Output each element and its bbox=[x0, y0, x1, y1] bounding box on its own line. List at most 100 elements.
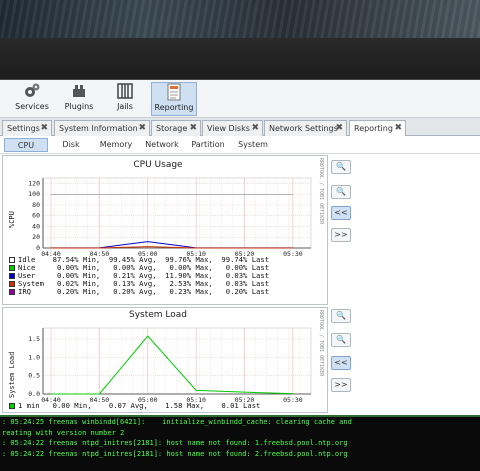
freenas-webui: Services Plugins Jails Reporting Setting… bbox=[0, 0, 480, 471]
load-y-tick-label: 0.5 bbox=[28, 372, 40, 380]
tab-label: System Information bbox=[59, 124, 138, 133]
reporting-icon bbox=[165, 83, 183, 101]
tab-bar: Settings ✖ System Information ✖ Storage ✖ V… bbox=[0, 118, 480, 137]
nav-jails-label: Jails bbox=[117, 102, 133, 111]
close-icon[interactable]: ✖ bbox=[189, 123, 197, 133]
legend-swatch bbox=[9, 403, 15, 409]
legend-min: 0.00 Min, bbox=[52, 401, 109, 410]
nav-services-button[interactable]: Services bbox=[12, 82, 52, 116]
main-nav: Services Plugins Jails Reporting bbox=[0, 80, 480, 118]
tab-label: View Disks bbox=[207, 124, 250, 133]
load-graph-panel: System Load RRDTOOL / TOBI OETIKER Syste… bbox=[2, 307, 328, 413]
reporting-content: CPU Usage RRDTOOL / TOBI OETIKER %CPU 02… bbox=[0, 155, 480, 415]
zoom-out-icon: 🔍 bbox=[336, 187, 346, 196]
cpu-prev-button[interactable]: << bbox=[331, 206, 351, 220]
close-icon[interactable]: ✖ bbox=[251, 123, 259, 133]
close-icon[interactable]: ✖ bbox=[40, 123, 48, 133]
console-line: : 05:24:22 freenas ntpd_initres[2181]: h… bbox=[2, 439, 348, 447]
legend-row: IRQ 0.20% Min, 0.20% Avg, 0.23% Max, 0.2… bbox=[9, 288, 269, 296]
nav-reporting-button[interactable]: Reporting bbox=[151, 82, 197, 116]
load-zoom-out-button[interactable]: 🔍 bbox=[331, 333, 351, 347]
legend-row: 1 min 0.00 Min, 0.07 Avg, 1.58 Max, 0.01… bbox=[9, 402, 260, 410]
nav-reporting-label: Reporting bbox=[154, 103, 194, 112]
nav-plugins-label: Plugins bbox=[64, 102, 94, 111]
window-header bbox=[0, 0, 480, 38]
subtab-cpu[interactable]: CPU bbox=[4, 138, 48, 152]
close-icon[interactable]: ✖ bbox=[335, 123, 343, 133]
header-texture bbox=[0, 0, 480, 38]
nav-plugins-button[interactable]: Plugins bbox=[60, 82, 98, 116]
load-prev-button[interactable]: << bbox=[331, 356, 351, 370]
cpu-y-tick-label: 120 bbox=[28, 179, 40, 187]
legend-last: 0.01 Last bbox=[221, 401, 261, 410]
load-legend: 1 min 0.00 Min, 0.07 Avg, 1.58 Max, 0.01… bbox=[9, 402, 260, 410]
load-graph-title: System Load bbox=[128, 310, 187, 320]
cpu-next-button[interactable]: >> bbox=[331, 228, 351, 242]
subtab-disk[interactable]: Disk bbox=[56, 138, 86, 152]
cpu-y-tick-label: 80 bbox=[32, 201, 40, 209]
cpu-y-tick-label: 40 bbox=[32, 222, 40, 230]
tab-network-settings[interactable]: Network Settings ✖ bbox=[264, 120, 347, 136]
cpu-usage-chart: %CPU 020406080100120 04:40 04:50 05:00 05:1… bbox=[8, 177, 312, 258]
subtab-system[interactable]: System bbox=[234, 138, 272, 152]
system-console-log: : 05:24:25 freenas winbindd[6421]: initi… bbox=[0, 415, 480, 471]
load-y-tick-label: 0.0 bbox=[28, 390, 40, 398]
console-line: : 05:24:25 freenas winbindd[6421]: initi… bbox=[2, 418, 352, 426]
cpu-y-tick-label: 60 bbox=[32, 212, 40, 220]
legend-last: 0.20% Last bbox=[221, 287, 270, 296]
tab-view-disks[interactable]: View Disks ✖ bbox=[202, 120, 263, 136]
legend-avg: 0.20% Avg, bbox=[108, 287, 166, 296]
close-icon[interactable]: ✖ bbox=[138, 123, 146, 133]
legend-swatch bbox=[9, 265, 15, 271]
gears-icon bbox=[23, 82, 41, 100]
cpu-y-tick-label: 100 bbox=[28, 190, 40, 198]
nav-services-label: Services bbox=[15, 102, 49, 111]
tab-storage[interactable]: Storage ✖ bbox=[151, 120, 201, 136]
legend-max: 1.58 Max, bbox=[165, 401, 222, 410]
reporting-subtabs: CPU Disk Memory Network Partition System bbox=[0, 136, 480, 154]
top-dark-band bbox=[0, 38, 480, 80]
jail-icon bbox=[116, 82, 134, 100]
subtab-network[interactable]: Network bbox=[142, 138, 182, 152]
tab-settings[interactable]: Settings ✖ bbox=[2, 120, 52, 136]
load-y-tick-label: 1.5 bbox=[28, 335, 40, 343]
cpu-graph-title: CPU Usage bbox=[133, 160, 183, 170]
zoom-out-icon: 🔍 bbox=[336, 335, 346, 344]
legend-swatch bbox=[9, 289, 15, 295]
cpu-legend: Idle 87.54% Min, 99.45% Avg, 99.76% Max,… bbox=[9, 256, 269, 296]
system-load-chart: System Load 0.00.51.01.5 04:40 04:50 05:00… bbox=[8, 327, 312, 404]
close-icon[interactable]: ✖ bbox=[394, 123, 402, 133]
legend-swatch bbox=[9, 281, 15, 287]
cpu-y-tick-label: 20 bbox=[32, 233, 40, 241]
subtab-memory[interactable]: Memory bbox=[96, 138, 136, 152]
load-zoom-in-button[interactable]: 🔍 bbox=[331, 309, 351, 323]
cpu-x-tick-label: 05:30 bbox=[283, 250, 303, 258]
legend-name: IRQ bbox=[18, 287, 53, 296]
cpu-zoom-in-button[interactable]: 🔍 bbox=[331, 160, 351, 174]
cpu-y-axis-label: %CPU bbox=[8, 211, 16, 228]
tab-label: Storage bbox=[156, 124, 188, 133]
tab-system-information[interactable]: System Information ✖ bbox=[54, 120, 150, 136]
console-line: reating with version number 2 bbox=[2, 428, 125, 437]
tab-label: Reporting bbox=[354, 124, 393, 133]
zoom-in-icon: 🔍 bbox=[336, 311, 346, 320]
load-x-tick-label: 05:30 bbox=[283, 396, 303, 404]
load-y-axis-label: System Load bbox=[8, 352, 16, 398]
legend-swatch bbox=[9, 257, 15, 263]
legend-min: 0.20% Min, bbox=[52, 287, 109, 296]
console-line: : 05:24:22 freenas ntpd_initres[2181]: h… bbox=[2, 449, 348, 458]
cpu-zoom-out-button[interactable]: 🔍 bbox=[331, 185, 351, 199]
legend-max: 0.23% Max, bbox=[165, 287, 222, 296]
plugin-icon bbox=[70, 82, 88, 100]
legend-swatch bbox=[9, 273, 15, 279]
load-next-button[interactable]: >> bbox=[331, 378, 351, 392]
cpu-y-tick-label: 0 bbox=[36, 244, 40, 252]
zoom-in-icon: 🔍 bbox=[336, 162, 346, 171]
cpu-graph-panel: CPU Usage RRDTOOL / TOBI OETIKER %CPU 02… bbox=[2, 155, 328, 305]
legend-avg: 0.07 Avg, bbox=[108, 401, 166, 410]
subtab-partition[interactable]: Partition bbox=[188, 138, 228, 152]
tab-reporting[interactable]: Reporting ✖ bbox=[349, 120, 406, 137]
legend-name: 1 min bbox=[18, 401, 53, 410]
nav-jails-button[interactable]: Jails bbox=[110, 82, 140, 116]
tab-label: Network Settings bbox=[269, 124, 338, 133]
